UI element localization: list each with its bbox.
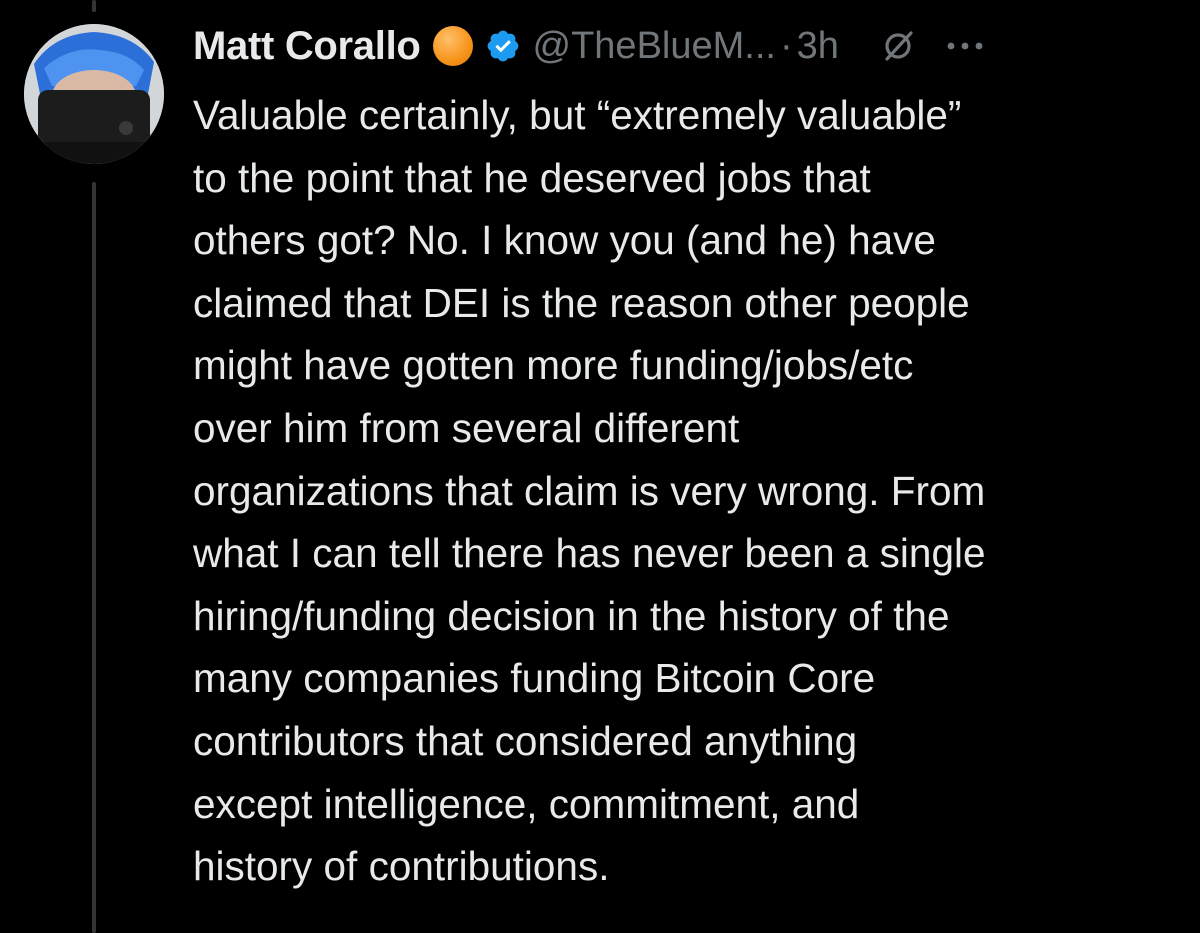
tweet-header: Matt Corallo @TheBlueM... · 3h: [193, 18, 1183, 74]
more-options-icon[interactable]: [945, 40, 985, 52]
tweet-text-line: to the point that he deserved jobs that: [193, 154, 871, 201]
avatar[interactable]: [24, 24, 164, 164]
thread-line-top: [92, 0, 96, 12]
grok-icon[interactable]: [881, 29, 915, 63]
separator-dot: ·: [779, 24, 793, 67]
tweet-text-line: others got? No. I know you (and he) have: [193, 217, 936, 264]
avatar-image: [24, 24, 164, 164]
thread-line-bottom: [92, 182, 96, 933]
tweet-text-line: many companies funding Bitcoin Core: [193, 655, 876, 702]
tweet-text-line: except intelligence, commitment, and: [193, 780, 860, 827]
tweet-text-line: Valuable certainly, but “extremely valua…: [193, 92, 962, 138]
tweet-text-line: over him from several different: [193, 404, 740, 451]
tweet-text: Valuable certainly, but “extremely valua…: [193, 84, 1183, 898]
tweet-text-line: hiring/funding decision in the history o…: [193, 592, 950, 639]
author-handle[interactable]: @TheBlueM...: [533, 25, 776, 68]
tweet-text-line: might have gotten more funding/jobs/etc: [193, 342, 914, 389]
author-name[interactable]: Matt Corallo: [193, 24, 421, 69]
tweet-text-line: claimed that DEI is the reason other peo…: [193, 279, 970, 326]
tweet-text-line: contributors that considered anything: [193, 717, 858, 764]
tweet-text-line: what I can tell there has never been a s…: [193, 530, 986, 577]
verified-badge-icon[interactable]: [485, 28, 521, 64]
tweet-text-line: history of contributions.: [193, 843, 610, 890]
orange-circle-emoji-icon: [432, 26, 473, 66]
tweet-text-line: organizations that claim is very wrong. …: [193, 467, 986, 514]
timestamp[interactable]: 3h: [797, 25, 839, 68]
